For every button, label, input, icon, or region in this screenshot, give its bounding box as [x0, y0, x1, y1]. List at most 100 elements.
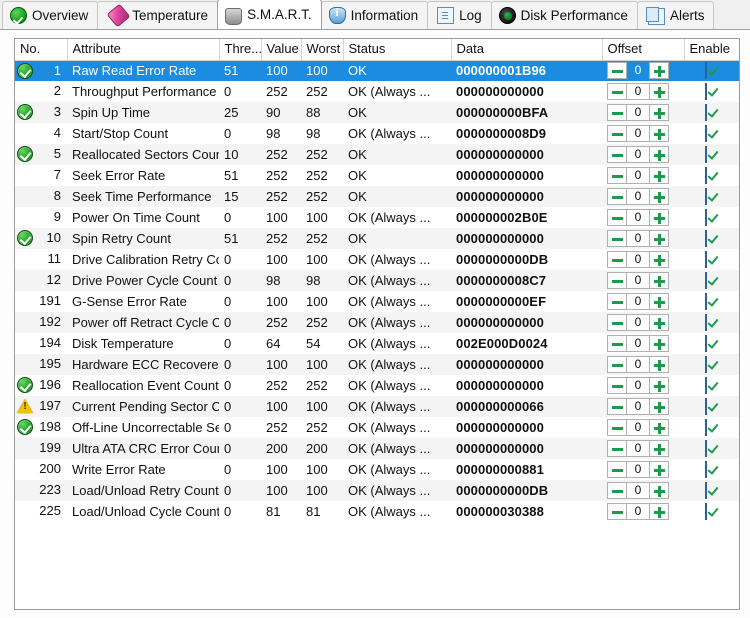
enable-checkbox[interactable] — [705, 251, 707, 268]
enable-checkbox[interactable] — [705, 440, 707, 457]
offset-decrement-button[interactable] — [607, 146, 627, 163]
tab-log[interactable]: Log — [427, 1, 492, 29]
tab-temperature[interactable]: Temperature — [97, 1, 219, 29]
offset-value[interactable]: 0 — [627, 230, 649, 247]
offset-increment-button[interactable] — [649, 314, 669, 331]
offset-decrement-button[interactable] — [607, 503, 627, 520]
table-row[interactable]: 195 Hardware ECC Recovered 0 100 100 OK (Alwa… — [15, 354, 739, 375]
offset-increment-button[interactable] — [649, 230, 669, 247]
offset-value[interactable]: 0 — [627, 335, 649, 352]
offset-increment-button[interactable] — [649, 209, 669, 226]
enable-checkbox[interactable] — [705, 146, 707, 163]
offset-increment-button[interactable] — [649, 62, 669, 80]
table-row[interactable]: 5 Reallocated Sectors Count 10 252 252 OK 0000… — [15, 144, 739, 165]
table-row[interactable]: 7 Seek Error Rate 51 252 252 OK 000000000000 0 — [15, 165, 739, 186]
table-row[interactable]: 192 Power off Retract Cycle C... 0 252 252 OK… — [15, 312, 739, 333]
offset-decrement-button[interactable] — [607, 377, 627, 394]
offset-value[interactable]: 0 — [627, 83, 649, 100]
offset-value[interactable]: 0 — [627, 188, 649, 205]
offset-value[interactable]: 0 — [627, 440, 649, 457]
offset-stepper[interactable]: 0 — [607, 188, 669, 205]
offset-value[interactable]: 0 — [627, 461, 649, 478]
enable-checkbox[interactable] — [705, 209, 707, 226]
offset-decrement-button[interactable] — [607, 209, 627, 226]
offset-value[interactable]: 0 — [627, 419, 649, 436]
enable-checkbox[interactable] — [705, 398, 707, 415]
offset-value[interactable]: 0 — [627, 167, 649, 184]
offset-stepper[interactable]: 0 — [607, 230, 669, 247]
offset-decrement-button[interactable] — [607, 104, 627, 121]
enable-checkbox[interactable] — [705, 272, 707, 289]
enable-checkbox[interactable] — [705, 419, 707, 436]
offset-increment-button[interactable] — [649, 356, 669, 373]
enable-checkbox[interactable] — [705, 293, 707, 310]
offset-increment-button[interactable] — [649, 125, 669, 142]
offset-increment-button[interactable] — [649, 146, 669, 163]
offset-decrement-button[interactable] — [607, 335, 627, 352]
enable-checkbox[interactable] — [705, 356, 707, 373]
offset-value[interactable]: 0 — [627, 146, 649, 163]
tab-s-m-a-r-t[interactable]: S.M.A.R.T. — [217, 0, 322, 29]
table-row[interactable]: 225 Load/Unload Cycle Count 0 81 81 OK (Alway… — [15, 501, 739, 522]
offset-stepper[interactable]: 0 — [607, 62, 669, 80]
offset-stepper[interactable]: 0 — [607, 251, 669, 268]
table-row[interactable]: 198 Off-Line Uncorrectable Se... 0 252 252 OK… — [15, 417, 739, 438]
tab-alerts[interactable]: Alerts — [636, 1, 715, 29]
table-row[interactable]: 1 Raw Read Error Rate 51 100 100 OK 000000001B… — [15, 60, 739, 81]
offset-decrement-button[interactable] — [607, 461, 627, 478]
column-header-value[interactable]: Value — [261, 39, 302, 61]
enable-checkbox[interactable] — [705, 230, 707, 247]
offset-increment-button[interactable] — [649, 188, 669, 205]
offset-decrement-button[interactable] — [607, 482, 627, 499]
table-row[interactable]: 197Current Pending Sector C...0100100OK … — [15, 396, 739, 417]
enable-checkbox[interactable] — [705, 188, 707, 205]
offset-decrement-button[interactable] — [607, 188, 627, 205]
offset-increment-button[interactable] — [649, 440, 669, 457]
offset-increment-button[interactable] — [649, 83, 669, 100]
enable-checkbox[interactable] — [705, 503, 707, 520]
offset-value[interactable]: 0 — [627, 125, 649, 142]
offset-value[interactable]: 0 — [627, 398, 649, 415]
enable-checkbox[interactable] — [705, 125, 707, 142]
offset-decrement-button[interactable] — [607, 356, 627, 373]
offset-stepper[interactable]: 0 — [607, 503, 669, 520]
enable-checkbox[interactable] — [705, 104, 707, 121]
offset-increment-button[interactable] — [649, 398, 669, 415]
offset-decrement-button[interactable] — [607, 125, 627, 142]
offset-increment-button[interactable] — [649, 272, 669, 289]
offset-decrement-button[interactable] — [607, 314, 627, 331]
offset-decrement-button[interactable] — [607, 272, 627, 289]
enable-checkbox[interactable] — [705, 83, 707, 100]
offset-increment-button[interactable] — [649, 104, 669, 121]
offset-stepper[interactable]: 0 — [607, 377, 669, 394]
table-row[interactable]: 194 Disk Temperature 0 64 54 OK (Always ... 00… — [15, 333, 739, 354]
tab-information[interactable]: Information — [320, 1, 429, 29]
column-header-worst[interactable]: Worst — [301, 39, 344, 61]
column-header-status[interactable]: Status — [343, 39, 452, 61]
enable-checkbox[interactable] — [705, 482, 707, 499]
table-row[interactable]: 9 Power On Time Count 0 100 100 OK (Always ..… — [15, 207, 739, 228]
table-row[interactable]: 4 Start/Stop Count 0 98 98 OK (Always ... 0000… — [15, 123, 739, 144]
enable-checkbox[interactable] — [705, 167, 707, 184]
offset-decrement-button[interactable] — [607, 398, 627, 415]
offset-stepper[interactable]: 0 — [607, 419, 669, 436]
offset-stepper[interactable]: 0 — [607, 398, 669, 415]
offset-stepper[interactable]: 0 — [607, 335, 669, 352]
offset-value[interactable]: 0 — [627, 293, 649, 310]
offset-decrement-button[interactable] — [607, 230, 627, 247]
column-header-no[interactable]: No. — [15, 39, 68, 61]
offset-increment-button[interactable] — [649, 335, 669, 352]
offset-stepper[interactable]: 0 — [607, 167, 669, 184]
offset-stepper[interactable]: 0 — [607, 83, 669, 100]
offset-stepper[interactable]: 0 — [607, 440, 669, 457]
offset-stepper[interactable]: 0 — [607, 293, 669, 310]
enable-checkbox[interactable] — [705, 314, 707, 331]
offset-stepper[interactable]: 0 — [607, 272, 669, 289]
offset-stepper[interactable]: 0 — [607, 146, 669, 163]
offset-decrement-button[interactable] — [607, 167, 627, 184]
table-row[interactable]: 191 G-Sense Error Rate 0 100 100 OK (Always .… — [15, 291, 739, 312]
table-row[interactable]: 199 Ultra ATA CRC Error Count 0 200 200 OK (A… — [15, 438, 739, 459]
offset-increment-button[interactable] — [649, 482, 669, 499]
column-header-thre[interactable]: Thre... — [219, 39, 262, 61]
offset-value[interactable]: 0 — [627, 482, 649, 499]
